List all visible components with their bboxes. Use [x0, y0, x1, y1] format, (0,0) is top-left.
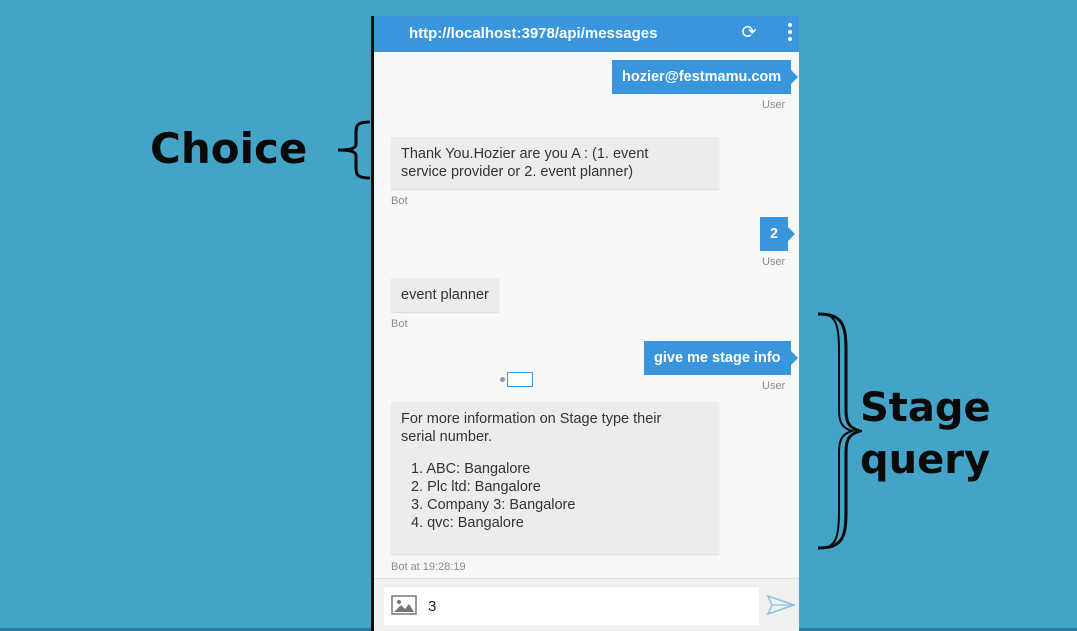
message-list: hozier@festmamu.com User Thank You.Hozie… [374, 52, 799, 579]
list-item: 2. Plc ltd: Bangalore [411, 479, 541, 495]
refresh-icon[interactable]: ⟳ [740, 22, 758, 42]
list-item: 3. Company 3: Bangalore [411, 497, 576, 513]
message-meta: User [762, 380, 786, 392]
more-vertical-icon[interactable] [784, 21, 796, 47]
endpoint-url: http://localhost:3978/api/messages [409, 25, 658, 42]
choice-annotation-label: Choice [150, 124, 308, 173]
send-icon[interactable] [766, 594, 796, 616]
composer-field [384, 586, 759, 625]
message-meta: User [762, 99, 786, 111]
user-message[interactable]: give me stage info [644, 341, 798, 375]
user-message[interactable]: hozier@festmamu.com [612, 60, 799, 94]
emulator-titlebar: http://localhost:3978/api/messages ⟳ [374, 16, 799, 52]
stage-query-brace [817, 312, 862, 550]
message-text: hozier@festmamu.com [622, 69, 782, 85]
user-message[interactable]: 2 [760, 217, 796, 251]
message-meta: Bot at 19:28:19 [391, 561, 466, 573]
bot-message[interactable]: event planner [391, 278, 499, 312]
list-item: 4. qvc: Bangalore [411, 515, 524, 531]
message-line: serial number. [401, 429, 493, 445]
message-text: give me stage info [654, 350, 781, 366]
bot-message[interactable]: Thank You.Hozier are you A : (1. event s… [391, 137, 719, 189]
stage-label-line2: query [860, 437, 991, 483]
choice-brace [337, 120, 371, 180]
message-meta: Bot [391, 195, 408, 207]
message-line: service provider or 2. event planner) [401, 164, 634, 180]
image-icon[interactable] [391, 595, 417, 615]
message-line: For more information on Stage type their [401, 411, 662, 427]
bot-message[interactable]: For more information on Stage type their… [391, 402, 719, 554]
message-line: Thank You.Hozier are you A : (1. event [401, 146, 649, 162]
composer [374, 578, 799, 631]
stage-list: 1. ABC: Bangalore 2. Plc ltd: Bangalore … [401, 460, 709, 532]
bot-emulator-window: http://localhost:3978/api/messages ⟳ hoz… [371, 16, 799, 631]
message-meta: User [762, 256, 786, 268]
stage-query-annotation-label: Stage query [860, 382, 991, 486]
message-text: event planner [401, 287, 489, 303]
stage-label-line1: Stage [860, 385, 991, 431]
list-item: 1. ABC: Bangalore [411, 461, 531, 477]
message-input[interactable] [428, 596, 748, 616]
message-meta: Bot [391, 318, 408, 330]
message-text: 2 [770, 226, 779, 242]
